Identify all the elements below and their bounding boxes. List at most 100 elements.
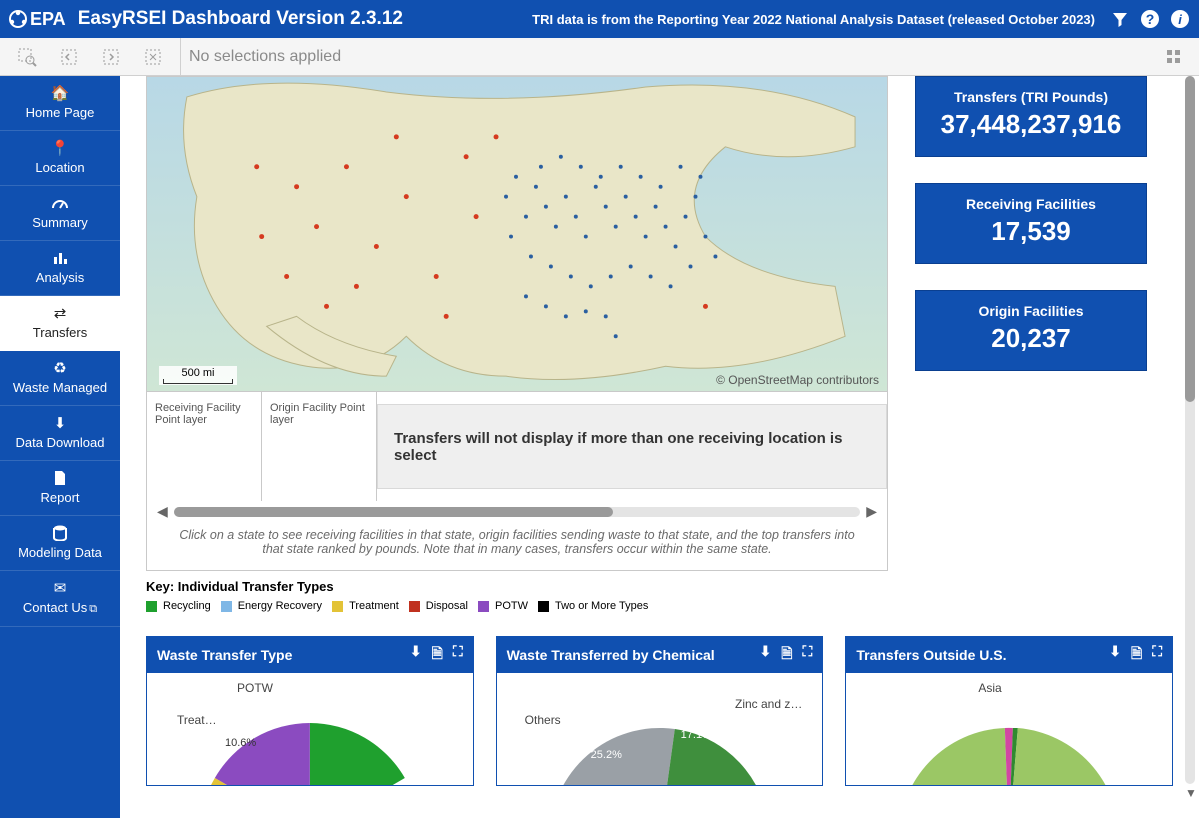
sidebar-item-download[interactable]: ⬇Data Download: [0, 406, 120, 461]
recycle-icon: ♻: [2, 359, 118, 377]
swatch: [409, 601, 420, 612]
mail-icon: ✉: [2, 579, 118, 597]
scroll-right-icon[interactable]: ▶: [866, 503, 877, 520]
sidebar-item-location[interactable]: 📍 Location: [0, 131, 120, 186]
clear-all-icon[interactable]: [143, 47, 163, 67]
v-track[interactable]: [1185, 76, 1195, 784]
legend-origin[interactable]: Origin Facility Point layer: [262, 392, 377, 501]
pin-icon: 📍: [2, 139, 118, 157]
sidebar-item-summary[interactable]: Summary: [0, 186, 120, 241]
content-area: 500 mi © OpenStreetMap contributors Rece…: [120, 76, 1199, 818]
top-icons: ? i: [1109, 8, 1191, 30]
map-legend-row: Receiving Facility Point layer Origin Fa…: [147, 391, 887, 501]
legend-receiving[interactable]: Receiving Facility Point layer: [147, 392, 262, 501]
map-scale-label: 500 mi: [159, 367, 237, 379]
sidebar-item-contact[interactable]: ✉Contact Us⧉: [0, 571, 120, 627]
legend-label: POTW: [495, 600, 528, 612]
database-icon: [2, 524, 118, 542]
panel-waste-type: Waste Transfer Type ⬇ 🗎 ⛶: [146, 636, 474, 786]
legend-label: Energy Recovery: [238, 600, 322, 612]
kpi-value: 17,539: [922, 216, 1140, 247]
map-svg: [147, 77, 887, 390]
scroll-track[interactable]: [174, 507, 860, 517]
download-icon[interactable]: ⬇: [410, 643, 422, 667]
panel-header: Transfers Outside U.S. ⬇ 🗎 ⛶: [846, 637, 1172, 673]
kpi-origin[interactable]: Origin Facilities 20,237: [915, 290, 1147, 371]
smart-search-icon[interactable]: [17, 47, 37, 67]
export-icon[interactable]: 🗎: [1131, 643, 1142, 667]
kpi-transfers[interactable]: Transfers (TRI Pounds) 37,448,237,916: [915, 76, 1147, 157]
swatch: [478, 601, 489, 612]
export-icon[interactable]: 🗎: [781, 643, 792, 667]
download-icon[interactable]: ⬇: [1109, 643, 1121, 667]
kpi-value: 37,448,237,916: [922, 109, 1140, 140]
help-icon[interactable]: ?: [1139, 8, 1161, 30]
kpi-value: 20,237: [922, 323, 1140, 354]
sidebar-item-label: Contact Us: [23, 600, 87, 615]
sidebar-item-waste[interactable]: ♻Waste Managed: [0, 351, 120, 406]
panel-outside-us: Transfers Outside U.S. ⬇ 🗎 ⛶: [845, 636, 1173, 786]
fullscreen-icon[interactable]: ⛶: [453, 643, 463, 667]
swatch: [538, 601, 549, 612]
svg-text:?: ?: [1146, 11, 1155, 27]
step-back-icon[interactable]: [59, 47, 79, 67]
app-title: EasyRSEI Dashboard Version 2.3.12: [78, 8, 403, 30]
sidebar-item-report[interactable]: Report: [0, 461, 120, 516]
info-icon[interactable]: i: [1169, 8, 1191, 30]
pie-chemical: [497, 673, 823, 785]
home-icon: 🏠: [2, 84, 118, 102]
panel-title: Waste Transfer Type: [157, 647, 292, 663]
fullscreen-icon[interactable]: ⛶: [803, 643, 813, 667]
sidebar-item-label: Home Page: [2, 105, 118, 120]
map-attribution[interactable]: © OpenStreetMap contributors: [716, 373, 879, 387]
sidebar-item-transfers[interactable]: ⇄ Transfers: [0, 296, 120, 351]
panel-body[interactable]: POTW Treat… 10.6%: [147, 673, 473, 785]
legend-label: Recycling: [163, 600, 211, 612]
download-icon[interactable]: ⬇: [760, 643, 772, 667]
v-thumb[interactable]: [1185, 76, 1195, 402]
filter-icon[interactable]: [1109, 8, 1131, 30]
sidebar-item-label: Summary: [2, 215, 118, 230]
sidebar-item-analysis[interactable]: Analysis: [0, 241, 120, 296]
kpi-title: Transfers (TRI Pounds): [922, 89, 1140, 105]
sidebar-item-label: Report: [2, 490, 118, 505]
map[interactable]: 500 mi © OpenStreetMap contributors: [147, 77, 887, 391]
h-scrollbar[interactable]: ◀ ▶: [147, 501, 887, 524]
kpi-receiving[interactable]: Receiving Facilities 17,539: [915, 183, 1147, 264]
selection-bar: No selections applied: [0, 38, 1199, 76]
scroll-thumb[interactable]: [174, 507, 613, 517]
panels-row: Waste Transfer Type ⬇ 🗎 ⛶: [146, 636, 1173, 786]
label-asia: Asia: [978, 681, 1001, 695]
key-title: Key: Individual Transfer Types: [146, 579, 1173, 594]
sidebar-item-label: Transfers: [2, 325, 118, 340]
kpi-title: Origin Facilities: [922, 303, 1140, 319]
map-panel: 500 mi © OpenStreetMap contributors Rece…: [146, 76, 888, 571]
grid-menu-icon[interactable]: [1159, 42, 1189, 72]
scroll-left-icon[interactable]: ◀: [157, 503, 168, 520]
label-pct-zinc: 17.1%: [681, 729, 712, 741]
map-caption: Click on a state to see receiving facili…: [147, 524, 887, 560]
gauge-icon: [2, 194, 118, 212]
svg-text:i: i: [1178, 12, 1182, 27]
key-block: Key: Individual Transfer Types Recycling…: [146, 579, 1173, 612]
swatch: [146, 601, 157, 612]
panel-body[interactable]: Others Zinc and z… 25.2% 17.1%: [497, 673, 823, 785]
exchange-icon: ⇄: [2, 304, 118, 322]
sidebar-item-home[interactable]: 🏠 Home Page: [0, 76, 120, 131]
sidebar-item-modeling[interactable]: Modeling Data: [0, 516, 120, 571]
sidebar-item-label: Location: [2, 160, 118, 175]
step-fwd-icon[interactable]: [101, 47, 121, 67]
top-bar: EPA EasyRSEI Dashboard Version 2.3.12 TR…: [0, 0, 1199, 38]
sidebar-item-label: Modeling Data: [2, 545, 118, 560]
swatch: [332, 601, 343, 612]
selection-text: No selections applied: [180, 38, 1159, 75]
sidebar-item-label: Analysis: [2, 270, 118, 285]
fullscreen-icon[interactable]: ⛶: [1152, 643, 1162, 667]
export-icon[interactable]: 🗎: [432, 643, 443, 667]
v-scrollbar[interactable]: ▼: [1185, 76, 1195, 800]
scroll-down-icon[interactable]: ▼: [1185, 786, 1195, 800]
pie-outside: [846, 673, 1172, 785]
barchart-icon: [2, 249, 118, 267]
panel-body[interactable]: Asia: [846, 673, 1172, 785]
label-potw: POTW: [237, 681, 273, 695]
